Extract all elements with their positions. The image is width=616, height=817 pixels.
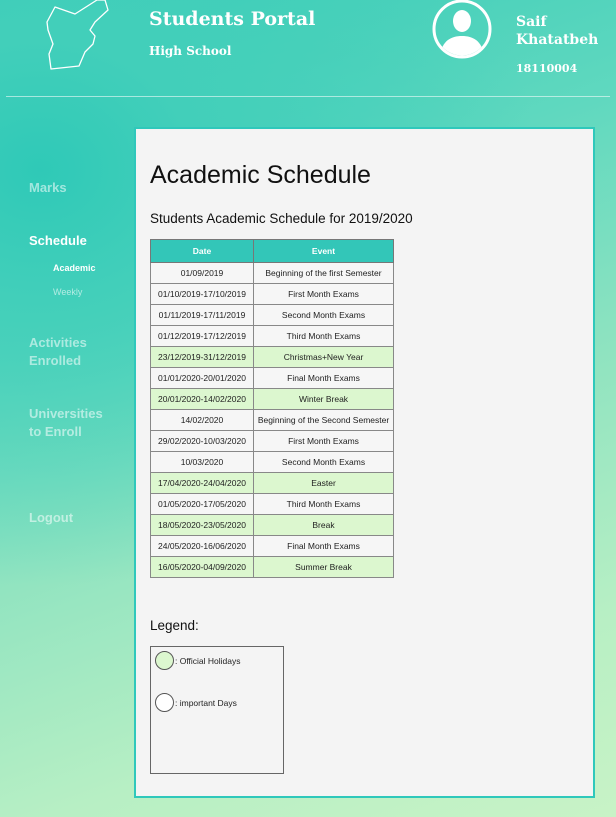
event-cell: Second Month Exams: [253, 451, 394, 473]
date-cell: 16/05/2020-04/09/2020: [150, 556, 254, 578]
table-row: 29/02/2020-10/03/2020 First Month Exams: [150, 430, 394, 452]
event-cell: First Month Exams: [253, 430, 394, 452]
event-cell: First Month Exams: [253, 283, 394, 305]
date-cell: 01/12/2019-17/12/2019: [150, 325, 254, 347]
event-cell: Final Month Exams: [253, 535, 394, 557]
table-row: 01/10/2019-17/10/2019 First Month Exams: [150, 283, 394, 305]
event-cell: Beginning of the Second Semester: [253, 409, 394, 431]
table-row: 16/05/2020-04/09/2020 Summer Break: [150, 556, 394, 578]
legend-label: : Official Holidays: [175, 655, 241, 666]
sidebar-subitem-academic[interactable]: Academic: [53, 263, 96, 273]
schedule-table: Date Event 01/09/2019 Beginning of the fi…: [150, 239, 394, 578]
date-cell: 01/09/2019: [150, 262, 254, 284]
legend-label: : important Days: [175, 697, 237, 708]
date-cell: 01/11/2019-17/11/2019: [150, 304, 254, 326]
sidebar-item-logout[interactable]: Logout: [29, 509, 73, 527]
date-cell: 14/02/2020: [150, 409, 254, 431]
column-header-date: Date: [150, 239, 254, 263]
table-row: 01/01/2020-20/01/2020 Final Month Exams: [150, 367, 394, 389]
user-avatar-icon[interactable]: [432, 0, 492, 60]
event-cell: Christmas+New Year: [253, 346, 394, 368]
jordan-map-icon: [46, 0, 109, 70]
table-header-row: Date Event: [150, 239, 394, 263]
sidebar-item-activities[interactable]: Activities Enrolled: [29, 334, 99, 370]
date-cell: 01/05/2020-17/05/2020: [150, 493, 254, 515]
column-header-event: Event: [253, 239, 394, 263]
important-swatch: [155, 693, 174, 712]
event-cell: Easter: [253, 472, 394, 494]
event-cell: Third Month Exams: [253, 325, 394, 347]
table-row: 17/04/2020-24/04/2020 Easter: [150, 472, 394, 494]
schedule-subtitle: Students Academic Schedule for 2019/2020: [150, 211, 413, 226]
sidebar-item-universities[interactable]: Universities to Enroll: [29, 405, 109, 441]
user-id: 18110004: [516, 62, 578, 75]
event-cell: Winter Break: [253, 388, 394, 410]
legend-item-important: : important Days: [155, 693, 237, 712]
legend-item-holidays: : Official Holidays: [155, 651, 241, 670]
date-cell: 29/02/2020-10/03/2020: [150, 430, 254, 452]
event-cell: Summer Break: [253, 556, 394, 578]
table-row: 24/05/2020-16/06/2020 Final Month Exams: [150, 535, 394, 557]
table-row: 01/05/2020-17/05/2020 Third Month Exams: [150, 493, 394, 515]
portal-title: Students Portal: [149, 8, 316, 30]
event-cell: Final Month Exams: [253, 367, 394, 389]
table-row: 18/05/2020-23/05/2020 Break: [150, 514, 394, 536]
school-name: High School: [149, 44, 232, 58]
header-divider: [6, 96, 610, 97]
legend-title: Legend:: [150, 618, 199, 633]
date-cell: 01/10/2019-17/10/2019: [150, 283, 254, 305]
page-title: Academic Schedule: [150, 161, 371, 189]
table-row: 14/02/2020 Beginning of the Second Semest…: [150, 409, 394, 431]
date-cell: 18/05/2020-23/05/2020: [150, 514, 254, 536]
user-name: Saif Khatatbeh: [516, 14, 599, 48]
date-cell: 24/05/2020-16/06/2020: [150, 535, 254, 557]
event-cell: Third Month Exams: [253, 493, 394, 515]
date-cell: 20/01/2020-14/02/2020: [150, 388, 254, 410]
table-row: 10/03/2020 Second Month Exams: [150, 451, 394, 473]
legend-box: : Official Holidays : important Days: [150, 646, 284, 774]
table-row: 01/09/2019 Beginning of the first Semeste…: [150, 262, 394, 284]
sidebar-item-schedule[interactable]: Schedule: [29, 232, 87, 250]
table-row: 01/12/2019-17/12/2019 Third Month Exams: [150, 325, 394, 347]
date-cell: 23/12/2019-31/12/2019: [150, 346, 254, 368]
content-panel: Academic Schedule Students Academic Sche…: [134, 127, 595, 798]
date-cell: 10/03/2020: [150, 451, 254, 473]
sidebar-subitem-weekly[interactable]: Weekly: [53, 287, 82, 297]
table-row: 01/11/2019-17/11/2019 Second Month Exams: [150, 304, 394, 326]
event-cell: Second Month Exams: [253, 304, 394, 326]
event-cell: Beginning of the first Semester: [253, 262, 394, 284]
table-body: 01/09/2019 Beginning of the first Semeste…: [150, 262, 394, 578]
table-row: 23/12/2019-31/12/2019 Christmas+New Year: [150, 346, 394, 368]
table-row: 20/01/2020-14/02/2020 Winter Break: [150, 388, 394, 410]
event-cell: Break: [253, 514, 394, 536]
date-cell: 17/04/2020-24/04/2020: [150, 472, 254, 494]
sidebar-item-marks[interactable]: Marks: [29, 179, 67, 197]
date-cell: 01/01/2020-20/01/2020: [150, 367, 254, 389]
holiday-swatch: [155, 651, 174, 670]
